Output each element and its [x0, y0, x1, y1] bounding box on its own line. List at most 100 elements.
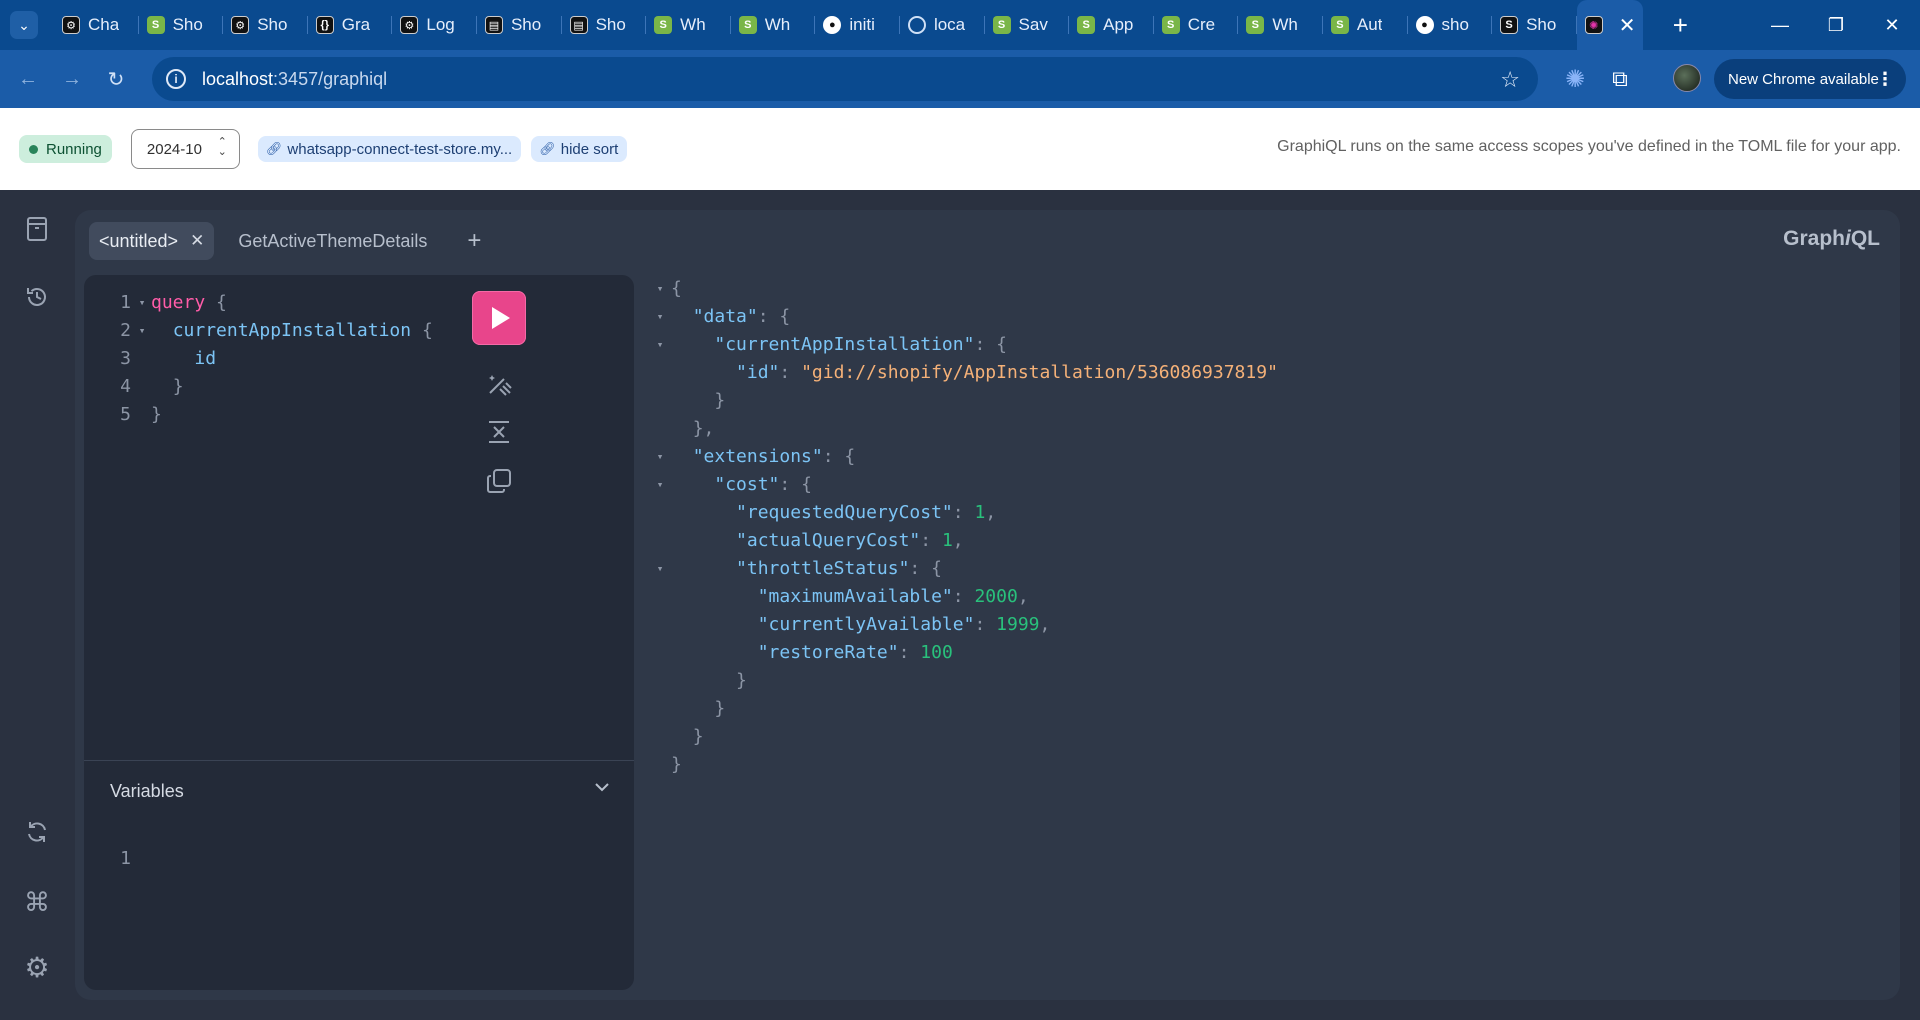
variables-editor[interactable]: 1: [84, 845, 131, 873]
browser-tab[interactable]: S Sav: [985, 0, 1070, 50]
refetch-schema-icon[interactable]: [22, 817, 52, 847]
result-line: ▾{: [653, 275, 1278, 303]
chrome-update-button[interactable]: New Chrome available ⋮: [1714, 59, 1906, 99]
fold-arrow-icon[interactable]: ▾: [653, 275, 667, 303]
json-separator: :: [779, 362, 802, 383]
chatgpt-icon: ⚙: [62, 16, 80, 34]
query-editor[interactable]: 1 ▾ query {2 ▾ currentAppInstallation {3 id…: [84, 289, 433, 429]
browser-tab[interactable]: ⚙ Cha: [54, 0, 139, 50]
browser-tab[interactable]: ● sho: [1408, 0, 1493, 50]
status-label: Running: [46, 140, 102, 158]
fold-arrow-icon[interactable]: ▾: [653, 331, 667, 359]
copy-query-icon[interactable]: [482, 464, 516, 498]
fold-arrow-icon[interactable]: [653, 751, 667, 779]
fold-arrow-icon[interactable]: [653, 667, 667, 695]
browser-tab[interactable]: ● initi: [815, 0, 900, 50]
fold-arrow-icon[interactable]: [653, 527, 667, 555]
reload-icon[interactable]: ↻: [94, 57, 138, 101]
extensions-puzzle-icon[interactable]: ⧉: [1605, 64, 1635, 94]
docs-book-icon[interactable]: [22, 214, 52, 244]
browser-tab[interactable]: S Wh: [731, 0, 816, 50]
shortcuts-command-icon[interactable]: ⌘: [22, 887, 52, 917]
close-tab-icon[interactable]: ✕: [190, 231, 204, 251]
browser-tab[interactable]: S Wh: [646, 0, 731, 50]
json-punctuation: ,: [1039, 614, 1051, 635]
profile-avatar[interactable]: [1673, 64, 1701, 92]
fold-arrow-icon[interactable]: [653, 583, 667, 611]
punctuation-token: {: [205, 292, 227, 313]
browser-tab[interactable]: S Aut: [1323, 0, 1408, 50]
close-tab-icon[interactable]: ✕: [1619, 13, 1636, 38]
browser-tab[interactable]: loca: [900, 0, 985, 50]
query-editor-pane: 1 ▾ query {2 ▾ currentAppInstallation {3 id…: [84, 275, 634, 990]
editor-tabs: <untitled> ✕ GetActiveThemeDetails +: [89, 222, 481, 260]
json-key: "currentAppInstallation": [714, 334, 975, 355]
browser-tab[interactable]: ▤ Sho: [562, 0, 647, 50]
fold-arrow-icon[interactable]: [653, 611, 667, 639]
bookmark-star-icon[interactable]: ☆: [1500, 67, 1520, 93]
forward-arrow-icon[interactable]: →: [50, 57, 94, 101]
query-line: 5}: [84, 401, 433, 429]
fold-arrow-icon[interactable]: [653, 723, 667, 751]
chrome-update-label: New Chrome available: [1728, 70, 1879, 88]
status-badge: Running: [19, 135, 112, 163]
merge-fragments-icon[interactable]: [482, 415, 516, 449]
chevron-down-icon[interactable]: [594, 779, 610, 797]
browser-tab-active[interactable]: ✺ ✕: [1576, 0, 1643, 50]
extension-gear-icon[interactable]: ✺: [1560, 64, 1590, 94]
settings-gear-icon[interactable]: ⚙: [22, 952, 52, 983]
fold-arrow-icon[interactable]: [653, 639, 667, 667]
fold-arrow-icon[interactable]: [653, 415, 667, 443]
fold-arrow-icon[interactable]: [653, 499, 667, 527]
json-separator: :: [909, 558, 932, 579]
browser-tab[interactable]: S Cre: [1154, 0, 1239, 50]
browser-tab[interactable]: S Wh: [1238, 0, 1323, 50]
close-window-icon[interactable]: ✕: [1864, 0, 1920, 50]
browser-tab[interactable]: S Sho: [1492, 0, 1577, 50]
sort-link[interactable]: 🔗︎ hide sort: [531, 136, 628, 162]
site-info-icon[interactable]: i: [166, 69, 186, 89]
minimize-icon[interactable]: —: [1752, 0, 1808, 50]
restore-icon[interactable]: ❐: [1808, 0, 1864, 50]
select-chevrons-icon: ⌃ ⌄: [217, 136, 227, 158]
tab-search-chevron-icon[interactable]: ⌄: [10, 11, 38, 39]
scopes-note: GraphiQL runs on the same access scopes …: [1277, 138, 1901, 155]
fold-arrow-icon[interactable]: [653, 359, 667, 387]
browser-tab-label: sho: [1441, 15, 1469, 34]
tab-untitled[interactable]: <untitled> ✕: [89, 222, 215, 260]
fold-arrow-icon[interactable]: ▾: [653, 471, 667, 499]
history-icon[interactable]: [22, 282, 52, 312]
result-line: }: [653, 387, 1278, 415]
store-link[interactable]: 🔗︎ whatsapp-connect-test-store.my...: [257, 136, 522, 162]
browser-tab[interactable]: S App: [1069, 0, 1154, 50]
url-text[interactable]: localhost:3457/graphiql: [202, 69, 387, 90]
json-punctuation: {: [931, 558, 942, 579]
execute-query-button[interactable]: [472, 291, 526, 345]
add-tab-icon[interactable]: +: [467, 227, 481, 255]
fold-arrow-icon[interactable]: ▾: [653, 443, 667, 471]
back-arrow-icon[interactable]: ←: [6, 57, 50, 101]
new-tab-button[interactable]: +: [1673, 10, 1688, 41]
url-host: localhost: [202, 68, 274, 89]
browser-tab[interactable]: S Sho: [139, 0, 224, 50]
fold-arrow-icon[interactable]: ▾: [653, 555, 667, 583]
browser-tab[interactable]: ⚙ Sho: [223, 0, 308, 50]
browser-tab-label: loca: [933, 15, 966, 34]
graphiql-logo: GraphiQL: [1783, 227, 1880, 251]
fold-arrow-icon[interactable]: [653, 387, 667, 415]
api-version-select[interactable]: 2024-10 ⌃ ⌄: [130, 129, 240, 169]
fold-arrow-icon[interactable]: ▾: [653, 303, 667, 331]
json-separator: :: [898, 642, 921, 663]
shopify-icon: S: [1246, 16, 1265, 34]
fold-arrow-icon[interactable]: [653, 695, 667, 723]
result-line: }: [653, 695, 1278, 723]
browser-tab[interactable]: {} Gra: [308, 0, 393, 50]
tab-get-active-theme-details[interactable]: GetActiveThemeDetails: [228, 222, 437, 260]
variables-title[interactable]: Variables: [110, 781, 184, 802]
browser-tab[interactable]: ▤ Sho: [477, 0, 562, 50]
browser-tab[interactable]: ⚙ Log: [392, 0, 477, 50]
prettify-icon[interactable]: [482, 367, 516, 401]
kebab-menu-icon[interactable]: ⋮: [1876, 69, 1894, 90]
address-bar[interactable]: i localhost:3457/graphiql ☆: [152, 57, 1538, 101]
